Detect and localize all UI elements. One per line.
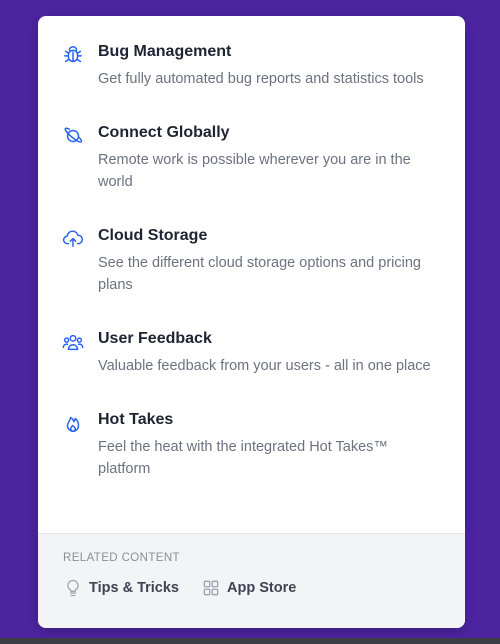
app-store-link[interactable]: App Store bbox=[201, 578, 296, 598]
feature-title: Cloud Storage bbox=[98, 227, 208, 244]
feature-title: Hot Takes bbox=[98, 411, 174, 428]
grid-icon bbox=[201, 578, 221, 598]
feature-description: Feel the heat with the integrated Hot Ta… bbox=[98, 439, 388, 477]
feature-item-cloud-storage[interactable]: Cloud Storage See the different cloud st… bbox=[62, 226, 441, 296]
feature-list: Bug Management Get fully automated bug r… bbox=[38, 16, 465, 534]
feature-title: Bug Management bbox=[98, 43, 232, 60]
globe-icon bbox=[62, 125, 84, 147]
feature-item-user-feedback[interactable]: User Feedback Valuable feedback from you… bbox=[62, 329, 441, 377]
feature-description: Get fully automated bug reports and stat… bbox=[98, 71, 424, 87]
related-links: Tips & Tricks App Store bbox=[63, 578, 440, 598]
dropdown-panel: Bug Management Get fully automated bug r… bbox=[38, 16, 465, 628]
lightbulb-icon bbox=[63, 578, 83, 598]
feature-item-bug-management[interactable]: Bug Management Get fully automated bug r… bbox=[62, 42, 441, 90]
app-store-label: App Store bbox=[227, 580, 297, 596]
feature-item-connect-globally[interactable]: Connect Globally Remote work is possible… bbox=[62, 123, 441, 193]
bug-icon bbox=[62, 44, 84, 66]
related-content-section: RELATED CONTENT Tips & Tricks App Store bbox=[38, 533, 465, 628]
bottom-strip bbox=[0, 638, 500, 644]
feature-description: See the different cloud storage options … bbox=[98, 255, 421, 293]
feature-description: Valuable feedback from your users - all … bbox=[98, 358, 431, 374]
tips-and-tricks-link[interactable]: Tips & Tricks bbox=[63, 578, 179, 598]
cloud-upload-icon bbox=[62, 228, 84, 250]
feature-description: Remote work is possible wherever you are… bbox=[98, 152, 411, 190]
related-content-heading: RELATED CONTENT bbox=[63, 552, 180, 564]
feature-title: User Feedback bbox=[98, 330, 212, 347]
feature-title: Connect Globally bbox=[98, 124, 230, 141]
users-icon bbox=[62, 331, 84, 353]
feature-item-hot-takes[interactable]: Hot Takes Feel the heat with the integra… bbox=[62, 410, 441, 480]
fire-icon bbox=[62, 412, 84, 434]
tips-and-tricks-label: Tips & Tricks bbox=[89, 580, 179, 596]
